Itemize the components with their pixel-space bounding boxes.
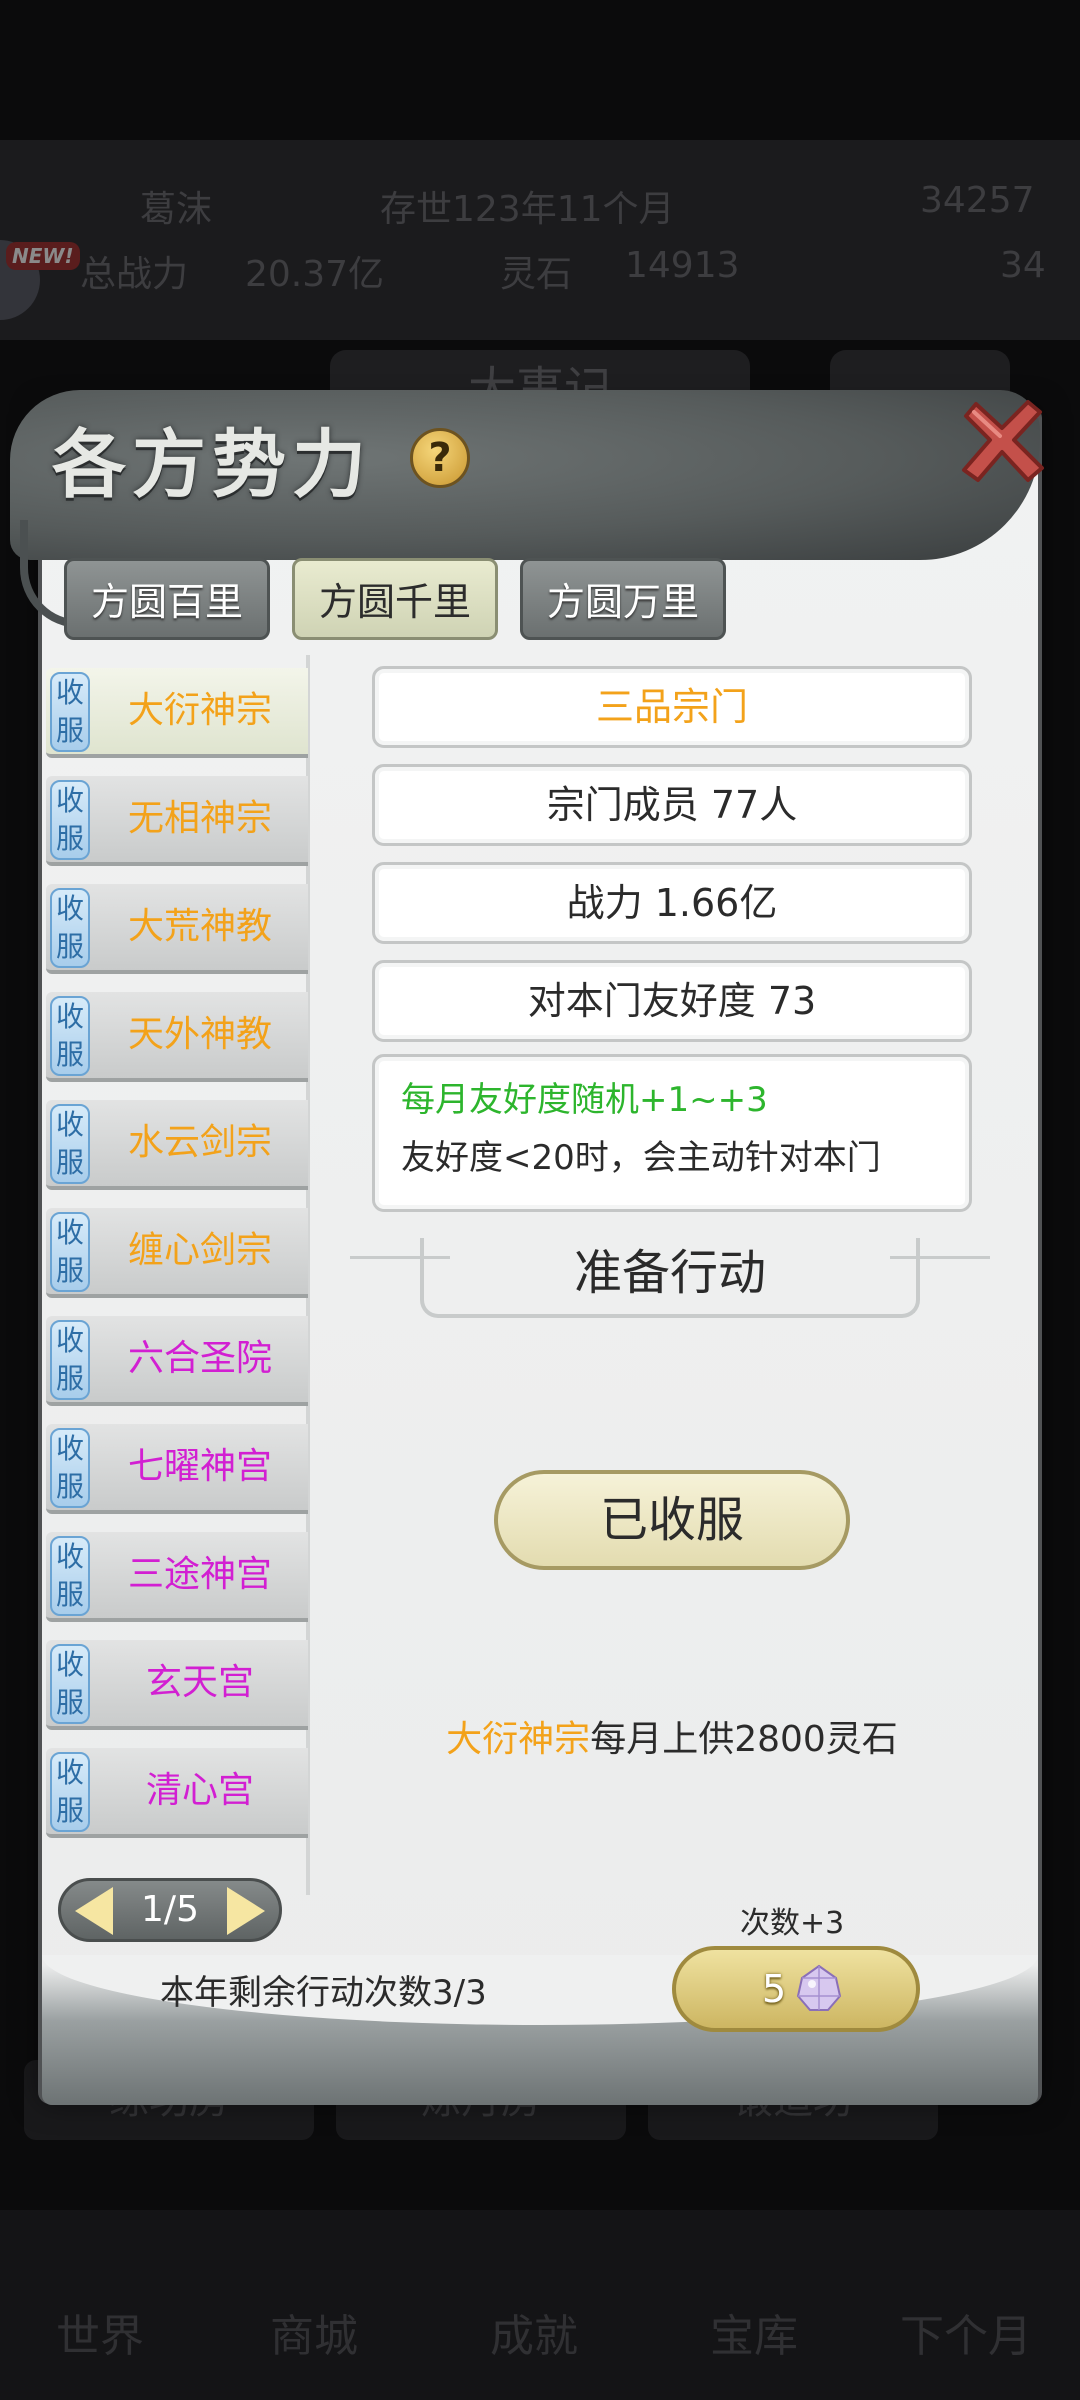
sect-name: 六合圣院 [127,1338,272,1379]
help-icon[interactable]: ? [410,428,470,488]
subdued-badge: 收服 [50,1428,90,1508]
sect-rank: 三品宗门 [372,666,972,748]
spirit-gem-icon [796,1964,842,2011]
background-player-name: 葛沫 [140,189,213,230]
sect-power: 战力 1.66亿 [372,862,972,944]
background-stones-value: 14913 [625,245,740,286]
sect-name: 无相神宗 [127,798,272,839]
subdued-badge: 收服 [50,1104,90,1184]
subdued-badge: 收服 [50,996,90,1076]
action-bonus-label: 次数+3 [740,1906,845,1941]
subdued-status-button[interactable]: 已收服 [494,1470,850,1570]
close-button[interactable] [956,396,1048,488]
dialog-title: 各方势力 [52,422,372,508]
sect-list-item[interactable]: 收服水云剑宗 [46,1100,308,1190]
sect-list-item[interactable]: 收服三途神宫 [46,1532,308,1622]
friendship-description: 每月友好度随机+1~+3 友好度<20时，会主动针对本门 [372,1054,972,1212]
remaining-actions: 本年剩余行动次数3/3 [160,1973,487,2013]
sect-list-item[interactable]: 收服七曜神宫 [46,1424,308,1514]
subdued-badge: 收服 [50,1752,90,1832]
sect-list-pager: 1/5 [58,1878,282,1942]
subdued-badge: 收服 [50,1644,90,1724]
tribute-sect-name: 大衍神宗 [446,1719,591,1760]
tab-regional[interactable]: 方圆千里 [292,558,498,640]
background-resource: 34257 [920,180,1035,221]
sect-list-item[interactable]: 收服天外神教 [46,992,308,1082]
sect-list-item[interactable]: 收服六合圣院 [46,1316,308,1406]
sect-list-item[interactable]: 收服缠心剑宗 [46,1208,308,1298]
sect-name: 清心宫 [145,1770,254,1811]
sect-list: 收服大衍神宗收服无相神宗收服大荒神教收服天外神教收服水云剑宗收服缠心剑宗收服六合… [46,668,314,1853]
background-nav-item: 商城 [270,2311,358,2362]
background-nav-item: 宝库 [710,2311,798,2362]
background-power-label: 总战力 [80,254,189,295]
background-stones-label: 灵石 [500,254,573,295]
background-other-value: 34 [1000,245,1046,286]
subdued-badge: 收服 [50,780,90,860]
next-page-arrow-icon[interactable] [227,1887,265,1935]
background-new-badge: NEW! [6,242,80,270]
tribute-amount: 每月上供2800灵石 [590,1719,898,1760]
subdued-badge: 收服 [50,1320,90,1400]
sect-list-item[interactable]: 收服大荒神教 [46,884,308,974]
sect-name: 水云剑宗 [127,1122,272,1163]
background-nav-item: 成就 [490,2311,578,2362]
sect-name: 三途神宫 [127,1554,272,1595]
section-heading-prepare-action: 准备行动 [420,1238,920,1318]
sect-friendship: 对本门友好度 73 [372,960,972,1042]
background-age: 存世123年11个月 [380,189,675,230]
sect-name: 大荒神教 [127,906,272,947]
sect-list-item[interactable]: 收服无相神宗 [46,776,308,866]
add-actions-button[interactable]: 5 [672,1946,920,2032]
sect-list-item[interactable]: 收服大衍神宗 [46,668,308,758]
tab-nearby[interactable]: 方圆百里 [64,558,270,640]
subdued-badge: 收服 [50,1212,90,1292]
background-power-value: 20.37亿 [245,254,385,295]
tribute-text: 大衍神宗每月上供2800灵石 [372,1710,972,1762]
sect-name: 天外神教 [127,1014,272,1055]
sect-name: 缠心剑宗 [127,1230,272,1271]
sect-name: 七曜神宫 [127,1446,272,1487]
subdued-badge: 收服 [50,1536,90,1616]
sect-name: 大衍神宗 [127,690,272,731]
friendship-threshold-note: 友好度<20时，会主动针对本门 [401,1138,881,1178]
subdued-badge: 收服 [50,672,90,752]
background-nav-item: 世界 [56,2311,144,2362]
sect-name: 玄天宫 [145,1662,254,1703]
sect-list-item[interactable]: 收服 清心宫 [46,1748,308,1838]
close-icon [962,400,1044,482]
subdued-badge: 收服 [50,888,90,968]
sect-members: 宗门成员 77人 [372,764,972,846]
cost-amount: 5 [762,1967,787,2011]
sect-list-item[interactable]: 收服 玄天宫 [46,1640,308,1730]
background-nav-item: 下个月 [900,2311,1032,2362]
friendship-monthly-change: 每月友好度随机+1~+3 [401,1080,768,1120]
background-header [0,140,1080,340]
tab-distant[interactable]: 方圆万里 [520,558,726,640]
